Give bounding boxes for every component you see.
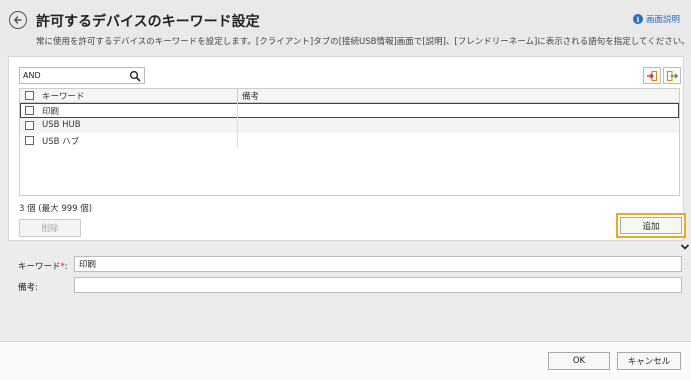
item-count: 3 個 (最大 999 個): [19, 204, 93, 214]
row-checkbox[interactable]: [25, 106, 34, 115]
column-header-keyword[interactable]: キーワード: [42, 90, 85, 102]
page-header: 許可するデバイスのキーワード設定 常に使用を許可するデバイスのキーワードを設定し…: [0, 0, 691, 54]
keyword-field[interactable]: [74, 256, 682, 272]
back-arrow-icon[interactable]: [9, 11, 27, 29]
column-divider: [237, 103, 238, 118]
add-button[interactable]: 追加: [620, 217, 682, 234]
info-icon: i: [632, 14, 643, 24]
ok-button[interactable]: OK: [548, 352, 610, 370]
select-all-checkbox[interactable]: [25, 91, 34, 100]
import-icon: [647, 70, 658, 81]
keyword-label: キーワード*:: [18, 260, 68, 272]
chevron-down-icon[interactable]: [680, 243, 690, 251]
export-button[interactable]: [663, 67, 681, 84]
cancel-button[interactable]: キャンセル: [617, 352, 681, 370]
keyword-cell: USB ハブ: [42, 137, 80, 147]
table-row[interactable]: USB HUB: [20, 118, 679, 133]
help-link[interactable]: i 画面説明: [632, 13, 680, 25]
keyword-cell: USB HUB: [42, 120, 81, 130]
note-field[interactable]: [74, 277, 682, 293]
keyword-label-colon: :: [64, 262, 68, 272]
table-header: キーワード 備考: [20, 89, 679, 103]
column-divider: [237, 133, 238, 148]
keyword-table: キーワード 備考 印刷 USB HUB USB ハブ: [19, 88, 680, 196]
keyword-list-panel: キーワード 備考 印刷 USB HUB USB ハブ 3 個 (最大 999 個…: [8, 56, 686, 241]
edit-form: キーワード*: 備考:: [0, 252, 691, 342]
search-input[interactable]: [20, 68, 124, 83]
column-divider: [237, 118, 238, 133]
search-field[interactable]: [19, 67, 145, 84]
add-button-highlight[interactable]: 追加: [616, 213, 686, 238]
note-label: 備考:: [18, 283, 38, 293]
help-label: 画面説明: [645, 15, 680, 25]
table-row[interactable]: 印刷: [20, 103, 679, 118]
column-divider[interactable]: [237, 89, 238, 103]
import-button[interactable]: [643, 67, 661, 84]
keyword-cell: 印刷: [42, 107, 60, 117]
page-title: 許可するデバイスのキーワード設定: [36, 14, 260, 30]
page-description: 常に使用を許可するデバイスのキーワードを設定します。[クライアント]タブの[接続…: [36, 37, 690, 47]
delete-button[interactable]: 削除: [19, 219, 81, 237]
export-icon: [666, 70, 678, 81]
table-row[interactable]: USB ハブ: [20, 133, 679, 148]
row-checkbox[interactable]: [25, 121, 34, 130]
keyword-label-text: キーワード: [18, 262, 61, 272]
dialog-footer: OK キャンセル: [0, 341, 691, 380]
row-checkbox[interactable]: [25, 136, 34, 145]
column-header-note[interactable]: 備考: [242, 90, 259, 102]
search-icon[interactable]: [129, 70, 141, 82]
